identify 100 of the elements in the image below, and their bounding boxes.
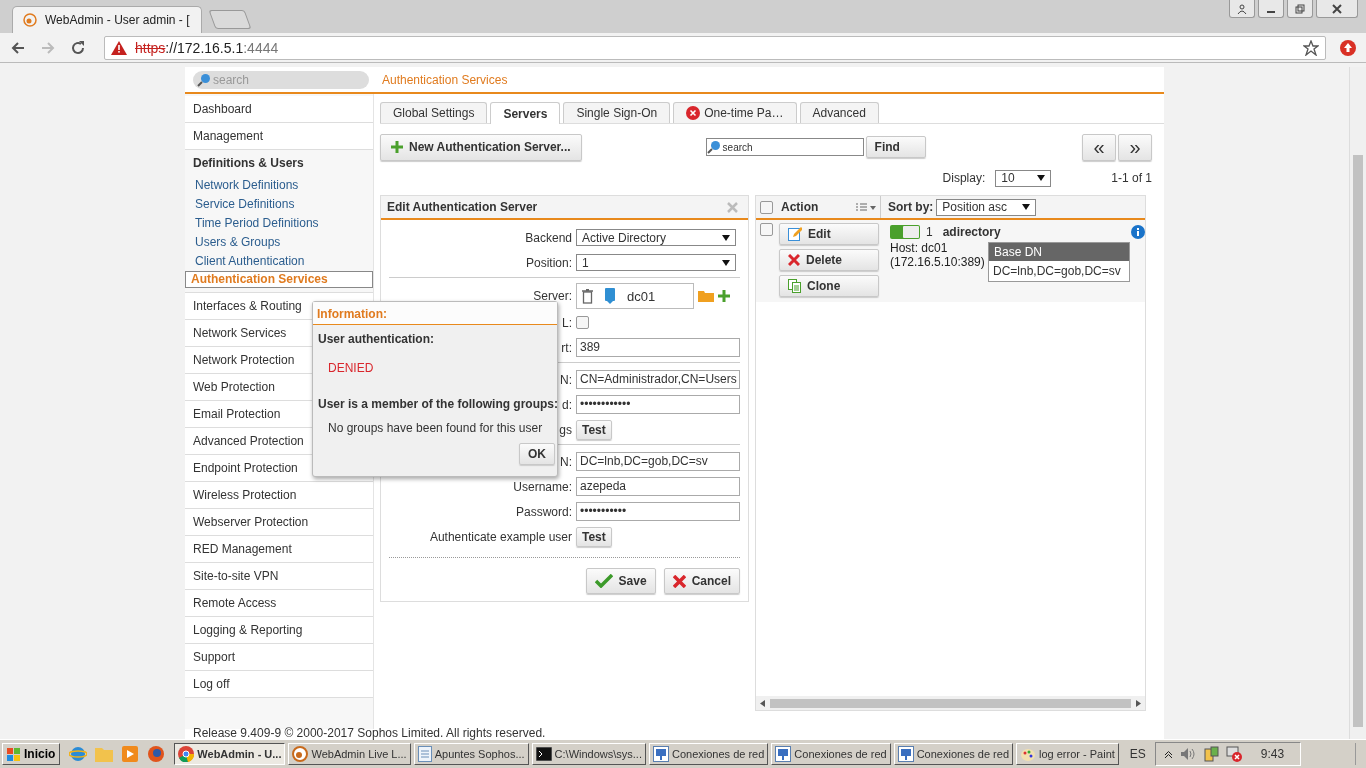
menu-item[interactable]: Remote Access bbox=[185, 590, 373, 617]
tab[interactable]: Advanced bbox=[799, 102, 879, 123]
menu-item[interactable]: Webserver Protection bbox=[185, 509, 373, 536]
select-all-checkbox[interactable] bbox=[760, 200, 773, 214]
scrollbar[interactable] bbox=[1349, 67, 1366, 739]
save-button[interactable]: Save bbox=[585, 568, 656, 594]
clock[interactable]: 9:43 bbox=[1260, 747, 1285, 761]
scroll-right-icon[interactable] bbox=[1135, 699, 1141, 707]
search-icon bbox=[706, 140, 721, 154]
dropdown[interactable]: 1 bbox=[576, 254, 736, 271]
folder-icon[interactable] bbox=[698, 290, 714, 302]
column-header: Action bbox=[781, 200, 819, 214]
menu-item[interactable]: RED Management bbox=[185, 536, 373, 563]
input-field[interactable]: azepeda bbox=[576, 477, 740, 496]
taskbar-button[interactable]: C:\Windows\sys... bbox=[531, 743, 646, 765]
taskbar-button[interactable]: log error - Paint bbox=[1016, 743, 1119, 765]
dropdown[interactable]: Active Directory bbox=[576, 229, 736, 246]
input-field[interactable]: CN=Administrador,CN=Users bbox=[576, 370, 740, 389]
tab[interactable]: One-time Pa… bbox=[673, 102, 797, 123]
scrollbar[interactable] bbox=[756, 696, 1145, 710]
menu-item[interactable]: Support bbox=[185, 644, 373, 671]
media-player-icon[interactable] bbox=[121, 745, 140, 763]
taskbar-button[interactable]: Conexiones de red bbox=[649, 743, 769, 765]
user-icon bbox=[1237, 3, 1247, 14]
network-error-icon[interactable] bbox=[1225, 746, 1242, 762]
menu-item[interactable]: Site-to-site VPN bbox=[185, 563, 373, 590]
row-checkbox[interactable] bbox=[760, 223, 773, 236]
taskbar-button[interactable]: Conexiones de red bbox=[893, 743, 1013, 765]
tab[interactable]: Single Sign-On bbox=[563, 102, 671, 123]
taskbar-button[interactable]: Conexiones de red bbox=[771, 743, 891, 765]
restore-icon bbox=[1295, 3, 1305, 14]
find-button[interactable]: Find bbox=[865, 136, 926, 158]
taskbar-button[interactable]: WebAdmin - U... bbox=[174, 743, 286, 765]
address-field[interactable]: https://172.16.5.1:4444 bbox=[104, 35, 1326, 60]
display-select[interactable]: 10 bbox=[995, 169, 1052, 187]
tab[interactable]: Global Settings bbox=[380, 102, 488, 123]
new-server-button[interactable]: New Authentication Server... bbox=[380, 133, 582, 161]
tab[interactable]: Servers bbox=[490, 102, 561, 124]
scroll-left-icon[interactable] bbox=[760, 699, 766, 707]
checkbox[interactable] bbox=[576, 316, 589, 329]
start-button[interactable]: Inicio bbox=[2, 743, 61, 765]
menu-item[interactable]: Log off bbox=[185, 671, 373, 698]
forward-icon[interactable] bbox=[40, 39, 56, 56]
password-field[interactable]: ••••••••••• bbox=[576, 502, 740, 521]
plus-icon[interactable] bbox=[718, 290, 730, 302]
clone-button[interactable]: Clone bbox=[779, 275, 879, 297]
browser-icon[interactable] bbox=[147, 745, 166, 763]
sort-select[interactable]: Position asc bbox=[936, 198, 1037, 216]
globe-icon[interactable] bbox=[69, 745, 88, 763]
close-button[interactable] bbox=[1316, 0, 1358, 18]
field-label: Authenticate example user bbox=[429, 529, 572, 544]
delete-button[interactable]: Delete bbox=[779, 249, 879, 271]
tooltip-text: DC=lnb,DC=gob,DC=sv bbox=[992, 263, 1122, 280]
submenu-item[interactable]: Network Definitions bbox=[185, 176, 373, 195]
restore-button[interactable] bbox=[1287, 0, 1313, 18]
browser-tab[interactable]: WebAdmin - User admin - [ bbox=[12, 6, 202, 33]
test-button[interactable]: Test bbox=[576, 419, 612, 440]
chevron-up-icon[interactable] bbox=[1163, 749, 1173, 759]
menu-item[interactable]: Wireless Protection bbox=[185, 482, 373, 509]
server-field[interactable]: dc01 bbox=[576, 283, 694, 309]
taskbar-button[interactable]: WebAdmin Live L... bbox=[288, 743, 411, 765]
edit-button[interactable]: Edit bbox=[779, 223, 879, 245]
menu-item[interactable]: Logging & Reporting bbox=[185, 617, 373, 644]
cross-icon bbox=[788, 254, 800, 266]
previous-page-button[interactable]: « bbox=[1082, 133, 1116, 161]
reload-icon[interactable] bbox=[70, 39, 86, 56]
input-field[interactable]: 389 bbox=[576, 338, 740, 357]
test-button[interactable]: Test bbox=[576, 526, 612, 547]
next-page-button[interactable]: » bbox=[1118, 133, 1152, 161]
submenu-item[interactable]: Client Authentication bbox=[185, 252, 373, 271]
minimize-button[interactable] bbox=[1258, 0, 1284, 18]
close-icon[interactable] bbox=[727, 201, 738, 213]
address-text: (172.16.5.10:389) bbox=[890, 255, 985, 269]
speaker-icon[interactable] bbox=[1179, 747, 1196, 761]
back-icon[interactable] bbox=[10, 39, 26, 56]
search-field[interactable]: search bbox=[705, 138, 864, 156]
cancel-button[interactable]: Cancel bbox=[663, 568, 740, 594]
submenu-item[interactable]: Users & Groups bbox=[185, 233, 373, 252]
ok-button[interactable]: OK bbox=[519, 443, 555, 465]
info-icon[interactable] bbox=[1131, 225, 1145, 239]
taskbar-button[interactable]: Apuntes Sophos... bbox=[413, 743, 529, 765]
password-field[interactable]: •••••••••••• bbox=[576, 395, 740, 414]
paint-icon bbox=[1020, 746, 1036, 762]
submenu-item[interactable]: Time Period Definitions bbox=[185, 214, 373, 233]
network-icon bbox=[775, 746, 792, 762]
user-button[interactable] bbox=[1229, 0, 1255, 18]
field-label: Username: bbox=[513, 479, 572, 494]
language-indicator[interactable]: ES bbox=[1123, 747, 1152, 761]
pencil-icon bbox=[788, 227, 802, 241]
trash-icon[interactable] bbox=[582, 288, 593, 304]
menu-item[interactable]: Dashboard bbox=[185, 96, 373, 123]
caret-icon bbox=[722, 234, 730, 241]
update-icon[interactable] bbox=[1340, 39, 1356, 56]
toggle-switch[interactable] bbox=[890, 225, 920, 239]
list-menu-icon[interactable] bbox=[856, 202, 876, 212]
minimize-icon bbox=[1267, 10, 1275, 13]
input-field[interactable]: DC=lnb,DC=gob,DC=sv bbox=[576, 452, 740, 471]
menu-item[interactable]: Management bbox=[185, 123, 373, 150]
submenu-item[interactable]: Service Definitions bbox=[185, 195, 373, 214]
star-icon[interactable] bbox=[1303, 39, 1319, 56]
